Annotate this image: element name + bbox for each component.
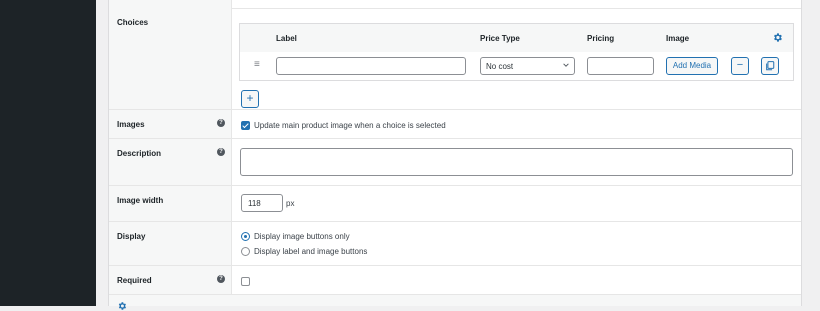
pricing-input[interactable] <box>587 57 654 75</box>
add-choice-button[interactable]: + <box>241 90 259 108</box>
duplicate-choice-button[interactable] <box>761 57 779 75</box>
image-width-unit: px <box>286 199 295 208</box>
images-label: Images <box>117 120 145 129</box>
description-row: Description ? <box>109 139 801 186</box>
field-settings-panel: Choices Label Price Type Pricing Image ≡ <box>108 0 802 310</box>
required-row: Required ? <box>109 266 801 295</box>
choices-table-header: Label Price Type Pricing Image <box>240 24 793 53</box>
update-main-image-label: Update main product image when a choice … <box>254 121 446 130</box>
price-type-select[interactable]: No cost <box>480 57 575 75</box>
choices-row: Choices Label Price Type Pricing Image ≡ <box>109 8 801 110</box>
gear-icon[interactable] <box>772 32 783 43</box>
copy-icon <box>766 61 775 71</box>
choices-label: Choices <box>117 18 149 27</box>
admin-sidebar <box>0 0 96 306</box>
gear-icon[interactable] <box>117 301 127 311</box>
remove-choice-button[interactable]: − <box>731 57 749 75</box>
display-option-image-only-radio[interactable] <box>241 232 250 241</box>
description-textarea[interactable] <box>240 148 793 176</box>
chevron-down-icon <box>563 63 569 67</box>
required-checkbox[interactable] <box>241 277 250 286</box>
column-header-price-type: Price Type <box>480 34 520 43</box>
description-label: Description <box>117 149 162 158</box>
choices-table: Label Price Type Pricing Image ≡ No cost <box>239 23 794 81</box>
help-icon[interactable]: ? <box>217 148 225 156</box>
add-media-button[interactable]: Add Media <box>666 57 718 75</box>
choice-row: ≡ No cost Add Media − <box>240 52 793 80</box>
image-width-input[interactable]: 118 <box>241 194 283 212</box>
display-option-label-and-image-label: Display label and image buttons <box>254 247 368 256</box>
column-header-label: Label <box>276 34 297 43</box>
image-width-value: 118 <box>248 199 261 208</box>
image-width-label: Image width <box>117 196 164 205</box>
column-header-pricing: Pricing <box>587 34 615 43</box>
price-type-value: No cost <box>486 62 514 71</box>
help-icon[interactable]: ? <box>217 275 225 283</box>
required-label: Required <box>117 276 152 285</box>
column-header-image: Image <box>666 34 690 43</box>
images-row: Images ? Update main product image when … <box>109 110 801 139</box>
display-label: Display <box>117 232 146 241</box>
display-row: Display Display image buttons only Displ… <box>109 222 801 266</box>
display-option-label-and-image-radio[interactable] <box>241 247 250 256</box>
update-main-image-checkbox[interactable] <box>241 121 250 130</box>
drag-handle-icon[interactable]: ≡ <box>254 60 260 70</box>
next-field-header <box>109 295 801 310</box>
help-icon[interactable]: ? <box>217 119 225 127</box>
display-option-image-only-label: Display image buttons only <box>254 232 350 241</box>
image-width-row: Image width 118 px <box>109 186 801 222</box>
choice-label-input[interactable] <box>276 57 466 75</box>
